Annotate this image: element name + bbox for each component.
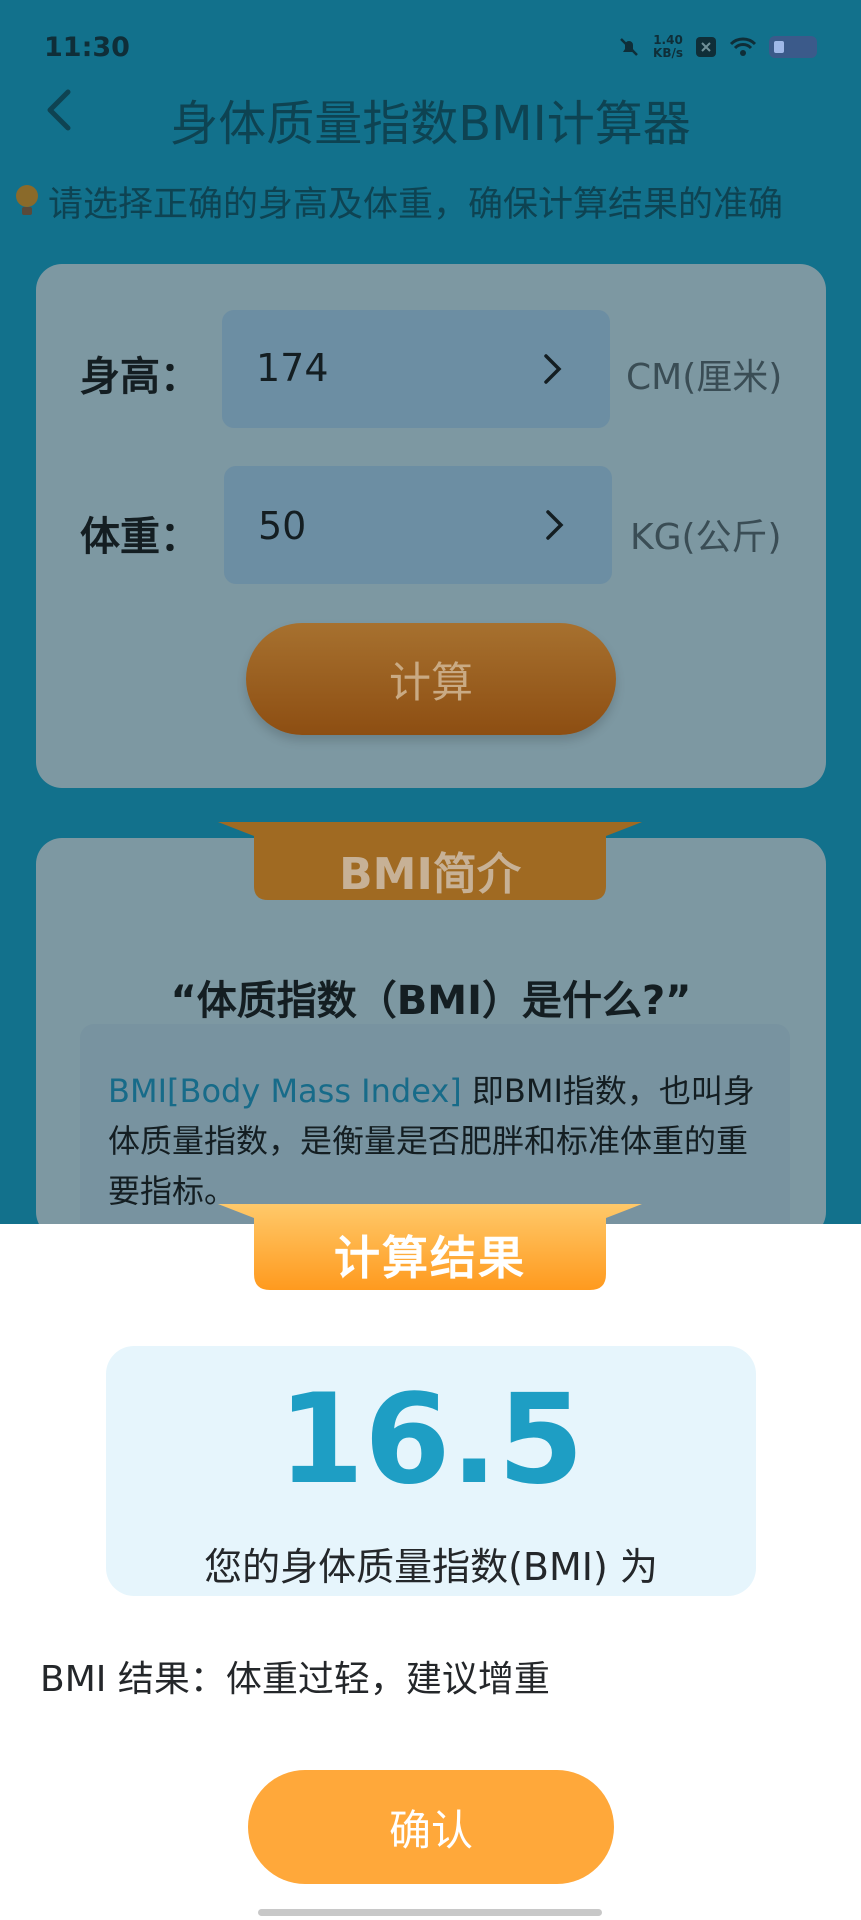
calculate-button[interactable]: 计算: [246, 623, 616, 735]
bmi-result-summary: BMI 结果：体重过轻，建议增重: [40, 1659, 550, 1700]
tip-banner: 请选择正确的身高及体重，确保计算结果的准确: [14, 176, 783, 227]
confirm-button[interactable]: 确认: [248, 1770, 614, 1884]
mute-bell-icon: [620, 38, 638, 56]
page-title: 身体质量指数BMI计算器: [170, 96, 691, 152]
intro-highlight: BMI[Body Mass Index]: [108, 1072, 462, 1110]
weight-label: 体重：: [80, 514, 200, 560]
result-title: 计算结果: [334, 1231, 526, 1285]
height-unit: CM(厘米): [626, 357, 783, 398]
bmi-value: 16.5: [278, 1368, 584, 1512]
height-label: 身高：: [80, 354, 200, 400]
weight-value: 50: [258, 504, 307, 548]
weight-unit: KG(公斤): [630, 517, 782, 558]
status-time: 11:30: [44, 32, 130, 63]
height-value: 174: [256, 346, 329, 390]
weight-field[interactable]: 50: [224, 466, 612, 584]
network-speed: 1.40 KB/s: [653, 34, 683, 60]
bmi-caption: 您的身体质量指数(BMI) 为: [204, 1545, 658, 1589]
status-icons: 1.40 KB/s: [617, 34, 817, 60]
app-notification-icon: [696, 37, 716, 57]
tip-text: 请选择正确的身高及体重，确保计算结果的准确: [48, 185, 784, 225]
network-speed-unit: KB/s: [653, 46, 683, 60]
battery-icon: [769, 36, 817, 58]
home-indicator[interactable]: [258, 1909, 602, 1916]
intro-question: “体质指数（BMI）是什么?”: [170, 978, 692, 1024]
wifi-icon: [729, 37, 757, 56]
height-field[interactable]: 174: [222, 310, 610, 428]
intro-text: BMI[Body Mass Index] 即BMI指数，也叫身体质量指数，是衡量…: [108, 1066, 768, 1216]
chevron-right-icon: [544, 354, 562, 384]
intro-ribbon-title: BMI简介: [339, 849, 521, 900]
chevron-right-icon: [546, 510, 564, 540]
lightbulb-icon: [16, 184, 38, 215]
